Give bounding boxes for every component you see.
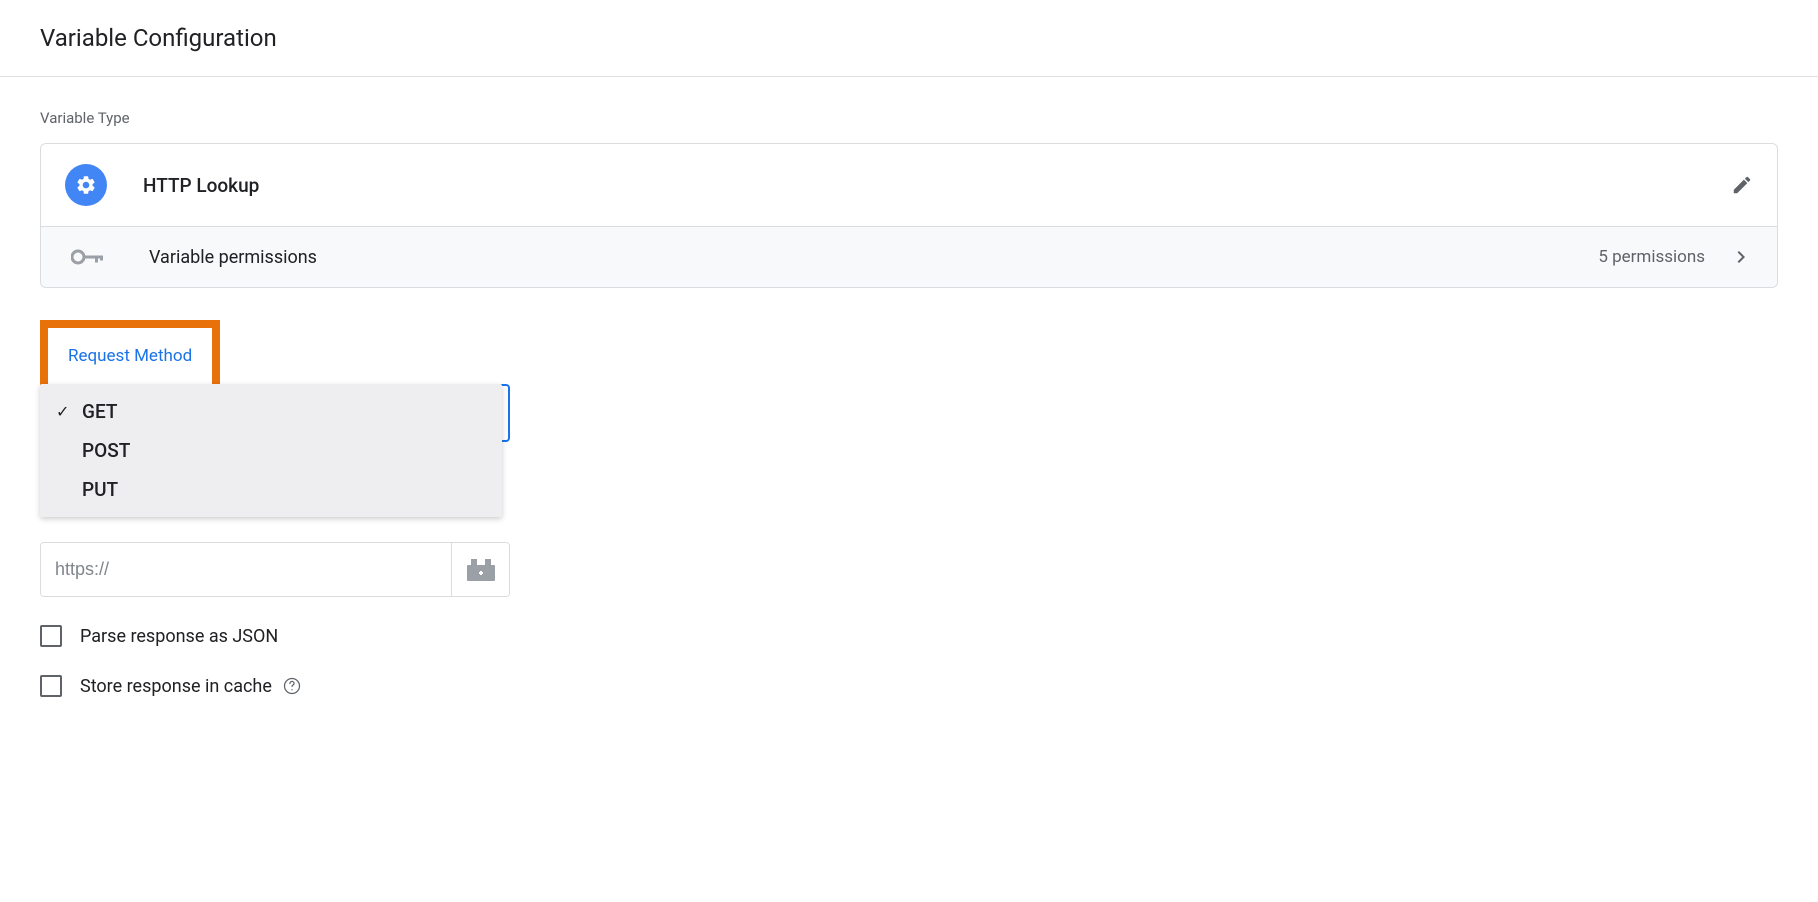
gear-icon bbox=[65, 164, 107, 206]
parse-json-checkbox-row: Parse response as JSON bbox=[40, 625, 1778, 647]
variable-type-name: HTTP Lookup bbox=[143, 174, 1731, 197]
dropdown-option-label: PUT bbox=[82, 478, 118, 501]
request-method-section: Request Method ✓ GET POST PUT bbox=[40, 320, 1778, 697]
store-cache-label: Store response in cache bbox=[80, 676, 272, 697]
store-cache-checkbox-row: Store response in cache bbox=[40, 675, 1778, 697]
store-cache-checkbox[interactable] bbox=[40, 675, 62, 697]
request-method-label-highlight: Request Method bbox=[40, 320, 220, 392]
help-icon[interactable] bbox=[282, 676, 302, 696]
brick-plus-icon bbox=[467, 559, 495, 581]
variable-type-section-label: Variable Type bbox=[40, 109, 1778, 127]
url-input-row bbox=[40, 542, 510, 597]
insert-variable-button[interactable] bbox=[451, 543, 509, 596]
chevron-right-icon bbox=[1729, 245, 1753, 269]
request-method-dropdown-menu: ✓ GET POST PUT bbox=[40, 384, 502, 517]
url-input[interactable] bbox=[41, 543, 451, 596]
parse-json-label: Parse response as JSON bbox=[80, 626, 278, 647]
dropdown-option-put[interactable]: PUT bbox=[40, 470, 502, 509]
key-icon bbox=[71, 247, 103, 267]
check-icon: ✓ bbox=[56, 402, 76, 421]
request-method-dropdown-container: ✓ GET POST PUT bbox=[40, 384, 1778, 442]
dropdown-option-label: GET bbox=[82, 400, 117, 423]
content-area: Variable Type HTTP Lookup Variable permi… bbox=[0, 77, 1818, 745]
header: Variable Configuration bbox=[0, 0, 1818, 77]
dropdown-option-label: POST bbox=[82, 439, 130, 462]
permissions-row[interactable]: Variable permissions 5 permissions bbox=[41, 226, 1777, 287]
request-method-label: Request Method bbox=[68, 346, 192, 366]
variable-type-header: HTTP Lookup bbox=[41, 144, 1777, 226]
dropdown-option-post[interactable]: POST bbox=[40, 431, 502, 470]
variable-type-card: HTTP Lookup Variable permissions 5 permi… bbox=[40, 143, 1778, 288]
parse-json-checkbox[interactable] bbox=[40, 625, 62, 647]
page-title: Variable Configuration bbox=[40, 24, 1778, 52]
permissions-count: 5 permissions bbox=[1598, 247, 1705, 267]
dropdown-option-get[interactable]: ✓ GET bbox=[40, 392, 502, 431]
edit-icon[interactable] bbox=[1731, 174, 1753, 196]
permissions-label: Variable permissions bbox=[149, 247, 1598, 268]
